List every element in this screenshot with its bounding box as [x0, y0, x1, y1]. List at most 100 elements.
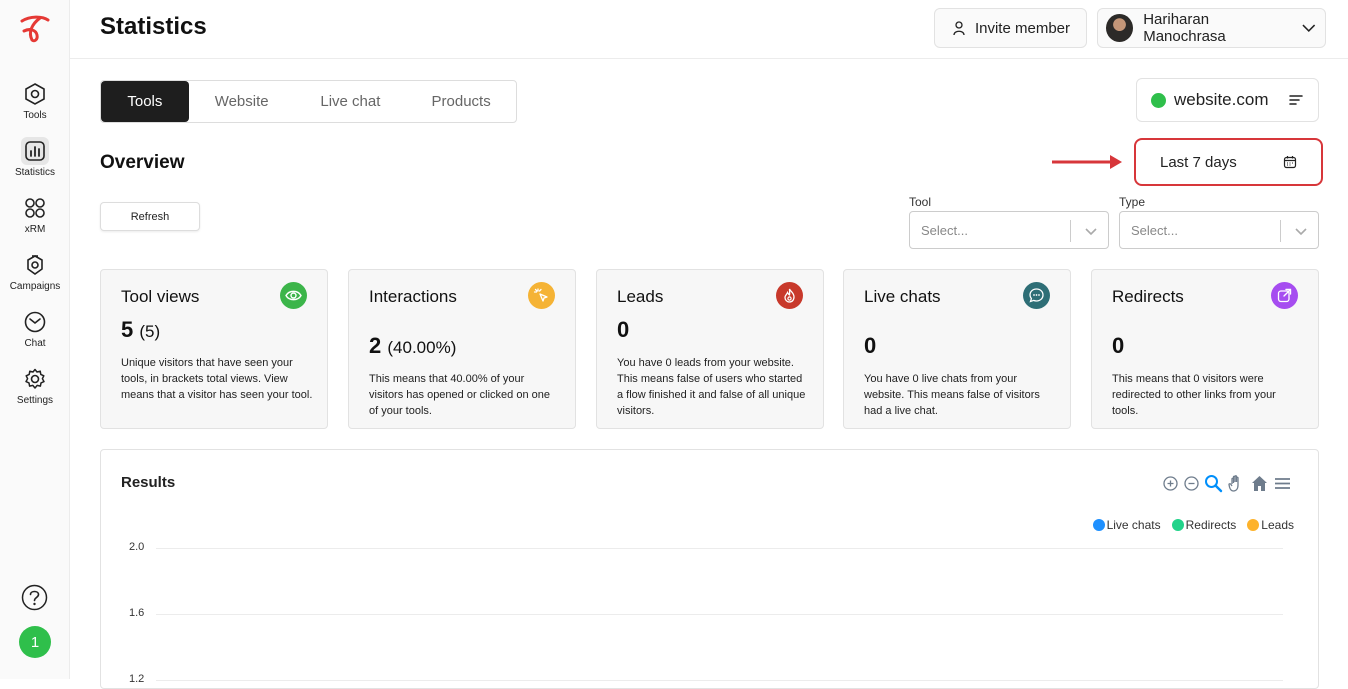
sidebar-item-settings[interactable]: Settings [0, 365, 70, 415]
grid-icon [21, 194, 49, 222]
invite-member-button[interactable]: Invite member [934, 8, 1087, 48]
y-tick-label: 1.2 [129, 673, 145, 685]
grid-line [156, 614, 1283, 615]
sidebar-item-tools[interactable]: Tools [0, 80, 70, 130]
tab-products[interactable]: Products [406, 81, 516, 122]
type-select-placeholder: Select... [1131, 222, 1178, 238]
sidebar: Tools Statistics xRM Campaigns Chat Sett… [0, 0, 70, 679]
sidebar-item-campaigns[interactable]: Campaigns [0, 251, 70, 301]
tab-tools[interactable]: Tools [101, 81, 189, 122]
sidebar-item-label: xRM [24, 224, 46, 235]
calendar-icon [1283, 156, 1297, 169]
overview-title: Overview [100, 152, 185, 173]
redirects-card: Redirects 0 This means that 0 visitors w… [1091, 269, 1319, 429]
legend-item[interactable]: Live chats [1092, 518, 1161, 532]
legend-item[interactable]: Redirects [1171, 518, 1237, 532]
invite-member-label: Invite member [974, 19, 1071, 37]
results-panel: Results Live chats Redirects Leads 2.0 1… [100, 449, 1319, 689]
card-value-sub: (40.00%) [387, 338, 457, 357]
tab-website[interactable]: Website [189, 81, 295, 122]
card-title: Leads [617, 287, 664, 306]
sidebar-item-label: Campaigns [9, 281, 61, 292]
legend-label: Live chats [1106, 518, 1161, 532]
mail-icon [21, 308, 49, 336]
card-title: Interactions [369, 287, 457, 306]
annotation-arrow-icon [1052, 155, 1122, 169]
user-name: Hariharan Manochrasa [1143, 11, 1226, 45]
card-title: Tool views [121, 287, 200, 306]
tool-views-card: Tool views 5 (5) Unique visitors that ha… [100, 269, 328, 429]
external-link-icon [1271, 282, 1298, 309]
help-icon[interactable] [21, 584, 48, 611]
card-value-main: 2 [369, 333, 382, 358]
card-value: 5 (5) [121, 317, 160, 343]
legend-marker [1247, 519, 1260, 531]
fire-icon [776, 282, 803, 309]
card-title: Redirects [1112, 287, 1184, 306]
tool-filter-label: Tool [909, 195, 932, 209]
pan-hand-icon[interactable] [1227, 474, 1246, 493]
user-icon [953, 21, 965, 36]
results-title: Results [121, 474, 176, 491]
grid-line [156, 680, 1283, 681]
sidebar-item-label: Tools [23, 110, 47, 121]
sidebar-item-chat[interactable]: Chat [0, 308, 70, 358]
menu-lines-icon [1289, 95, 1303, 105]
chevron-down-icon [1295, 228, 1307, 236]
website-selector[interactable]: website.com [1136, 78, 1319, 122]
legend-label: Redirects [1185, 518, 1237, 532]
sidebar-item-label: Settings [16, 395, 54, 406]
card-value: 0 [1112, 333, 1124, 359]
website-name: website.com [1174, 90, 1269, 109]
card-value-main: 0 [864, 333, 877, 358]
legend-item[interactable]: Leads [1247, 518, 1294, 532]
page-title: Statistics [100, 13, 207, 40]
tab-live-chat[interactable]: Live chat [295, 81, 407, 122]
grid-line [156, 548, 1283, 549]
hamburger-menu-icon[interactable] [1273, 474, 1292, 493]
y-tick-label: 1.6 [129, 607, 145, 619]
sidebar-item-label: Chat [24, 338, 46, 349]
refresh-button[interactable]: Refresh [100, 202, 200, 231]
zoom-in-icon[interactable] [1162, 475, 1179, 492]
section-tabs: Tools Website Live chat Products [100, 80, 517, 123]
interactions-card: Interactions 2 (40.00%) This means that … [348, 269, 576, 429]
legend-marker [1092, 519, 1105, 531]
card-value-sub: (5) [139, 322, 161, 341]
user-badge[interactable]: 1 [19, 626, 51, 658]
chevron-down-icon [1302, 24, 1316, 33]
card-description: This means that 0 visitors were redirect… [1112, 373, 1276, 417]
avatar [1106, 14, 1134, 42]
magnifier-icon[interactable] [1204, 474, 1223, 493]
legend-marker [1171, 519, 1184, 531]
sidebar-item-statistics[interactable]: Statistics [0, 137, 70, 187]
type-filter-label: Type [1119, 195, 1146, 209]
home-icon[interactable] [1250, 474, 1269, 493]
date-range-label: Last 7 days [1160, 153, 1237, 171]
live-chats-card: Live chats 0 You have 0 live chats from … [843, 269, 1071, 429]
bar-chart-icon [21, 137, 49, 165]
zoom-out-icon[interactable] [1183, 475, 1200, 492]
y-tick-label: 2.0 [129, 541, 145, 553]
sidebar-item-xrm[interactable]: xRM [0, 194, 70, 244]
card-description: You have 0 leads from your website. This… [617, 357, 806, 417]
user-menu-button[interactable]: Hariharan Manochrasa [1097, 8, 1326, 48]
card-value: 2 (40.00%) [369, 333, 456, 359]
card-value-main: 5 [121, 317, 134, 342]
chevron-down-icon [1085, 228, 1097, 236]
card-description: This means that 40.00% of your visitors … [369, 373, 550, 417]
status-dot [1151, 92, 1166, 108]
card-value-main: 0 [617, 317, 630, 342]
chart-toolbar [1162, 474, 1292, 493]
card-description: Unique visitors that have seen your tool… [121, 357, 313, 401]
chat-bubble-icon [1023, 282, 1050, 309]
legend-label: Leads [1261, 518, 1294, 532]
campaign-icon [21, 251, 49, 279]
brand-logo-icon[interactable] [18, 14, 52, 44]
type-select[interactable]: Select... [1119, 211, 1319, 249]
tool-select[interactable]: Select... [909, 211, 1109, 249]
card-description: You have 0 live chats from your website.… [864, 373, 1040, 417]
date-range-picker[interactable]: Last 7 days [1146, 144, 1311, 180]
click-icon [528, 282, 555, 309]
card-value-main: 0 [1112, 333, 1125, 358]
